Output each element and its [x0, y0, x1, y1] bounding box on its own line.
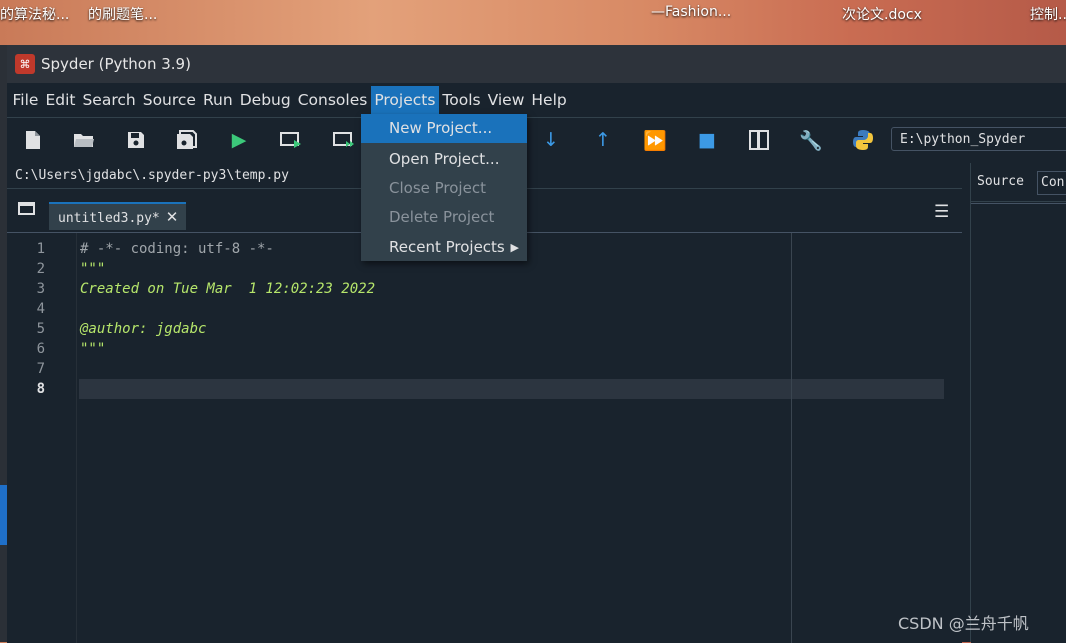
desktop-label-2[interactable]: 的刷题笔...: [88, 4, 157, 24]
line-number: 6: [36, 341, 45, 357]
line-number: 3: [36, 281, 45, 297]
menu-source[interactable]: Source: [139, 86, 199, 114]
spyder-window: ⌘ Spyder (Python 3.9) File Edit Search S…: [7, 45, 1066, 643]
maximize-pane-icon[interactable]: [747, 128, 771, 152]
line-number: 5: [36, 321, 45, 337]
title-bar[interactable]: ⌘ Spyder (Python 3.9): [7, 45, 1066, 83]
line-number: 1: [36, 241, 45, 257]
help-pane-toolbar: Source Con: [971, 163, 1066, 202]
menu-item-delete-project: Delete Project: [389, 208, 495, 226]
run-cell-advance-icon[interactable]: [332, 128, 356, 152]
menu-consoles[interactable]: Consoles: [294, 86, 371, 114]
menu-bar: File Edit Search Source Run Debug Consol…: [7, 83, 1066, 118]
source-combo[interactable]: Con: [1037, 171, 1066, 195]
menu-help[interactable]: Help: [528, 86, 570, 114]
desktop-label-4[interactable]: 次论文.docx: [842, 4, 922, 24]
source-label: Source: [977, 174, 1024, 189]
menu-run[interactable]: Run: [199, 86, 236, 114]
continue-icon[interactable]: ⏩: [643, 128, 667, 152]
desktop-label-3[interactable]: —Fashion...: [651, 4, 731, 20]
step-return-icon[interactable]: ↑: [591, 128, 615, 152]
watermark: CSDN @兰舟千帆: [898, 614, 1029, 633]
code-line[interactable]: Created on Tue Mar 1 12:02:23 2022: [80, 281, 375, 297]
close-icon[interactable]: ✕: [166, 208, 179, 226]
browse-tabs-icon[interactable]: [18, 202, 35, 215]
line-number-current: 8: [36, 381, 45, 397]
save-all-icon[interactable]: [175, 128, 199, 152]
current-line-highlight: [79, 379, 944, 399]
edge-line: [791, 233, 792, 643]
spyder-logo-icon: ⌘: [15, 54, 35, 74]
background-window-strip: [0, 45, 7, 642]
menu-item-open-project[interactable]: Open Project...: [361, 145, 527, 174]
menu-item-recent-projects[interactable]: Recent Projects ▶: [361, 233, 527, 262]
line-number-gutter: 1 2 3 4 5 6 7 8: [7, 233, 77, 643]
code-line[interactable]: # -*- coding: utf-8 -*-: [80, 241, 274, 257]
help-pane-body: [971, 203, 1066, 643]
line-number: 2: [36, 261, 45, 277]
background-window-highlight: [0, 485, 7, 545]
menu-tools[interactable]: Tools: [439, 86, 484, 114]
code-line[interactable]: """: [80, 261, 105, 277]
code-line[interactable]: @author: jgdabc: [80, 321, 206, 337]
menu-edit[interactable]: Edit: [42, 86, 79, 114]
code-line[interactable]: """: [80, 341, 105, 357]
python-path-icon[interactable]: [851, 128, 875, 152]
run-cell-icon[interactable]: [279, 128, 303, 152]
tab-label: untitled3.py*: [58, 211, 160, 226]
menu-item-new-project[interactable]: New Project...: [361, 114, 527, 143]
desktop-label-1[interactable]: 的算法秘...: [0, 4, 69, 24]
options-menu-icon[interactable]: ☰: [934, 202, 949, 222]
step-into-icon[interactable]: ↓: [539, 128, 563, 152]
menu-file[interactable]: File: [9, 86, 42, 114]
line-number: 4: [36, 301, 45, 317]
recent-projects-label: Recent Projects: [389, 238, 505, 256]
preferences-wrench-icon[interactable]: 🔧: [799, 128, 823, 152]
code-editor[interactable]: 1 2 3 4 5 6 7 8 # -*- coding: utf-8 -*- …: [7, 232, 962, 643]
editor-scrollbar[interactable]: [952, 233, 962, 643]
tab-untitled3[interactable]: untitled3.py* ✕: [49, 202, 187, 230]
projects-menu: New Project... Open Project... Close Pro…: [361, 114, 527, 261]
menu-view[interactable]: View: [484, 86, 528, 114]
desktop-label-5[interactable]: 控制...: [1030, 4, 1066, 24]
menu-debug[interactable]: Debug: [236, 86, 294, 114]
line-number: 7: [36, 361, 45, 377]
menu-search[interactable]: Search: [79, 86, 139, 114]
code-area[interactable]: # -*- coding: utf-8 -*- """ Created on T…: [79, 233, 944, 643]
menu-projects[interactable]: Projects: [370, 86, 439, 114]
run-icon[interactable]: ▶: [227, 128, 251, 152]
save-icon[interactable]: [124, 128, 148, 152]
stop-icon[interactable]: ■: [695, 128, 719, 152]
submenu-arrow-icon: ▶: [510, 241, 519, 254]
help-pane: Source Con: [970, 163, 1066, 643]
open-folder-icon[interactable]: [72, 128, 96, 152]
new-file-icon[interactable]: [21, 128, 45, 152]
menu-item-close-project: Close Project: [389, 179, 486, 197]
main-toolbar: ▶ ↓ ↑ ⏩ ■ 🔧 E:\python_Spyder: [7, 118, 1066, 162]
working-directory-combo[interactable]: E:\python_Spyder: [891, 127, 1066, 151]
window-title: Spyder (Python 3.9): [41, 55, 191, 73]
